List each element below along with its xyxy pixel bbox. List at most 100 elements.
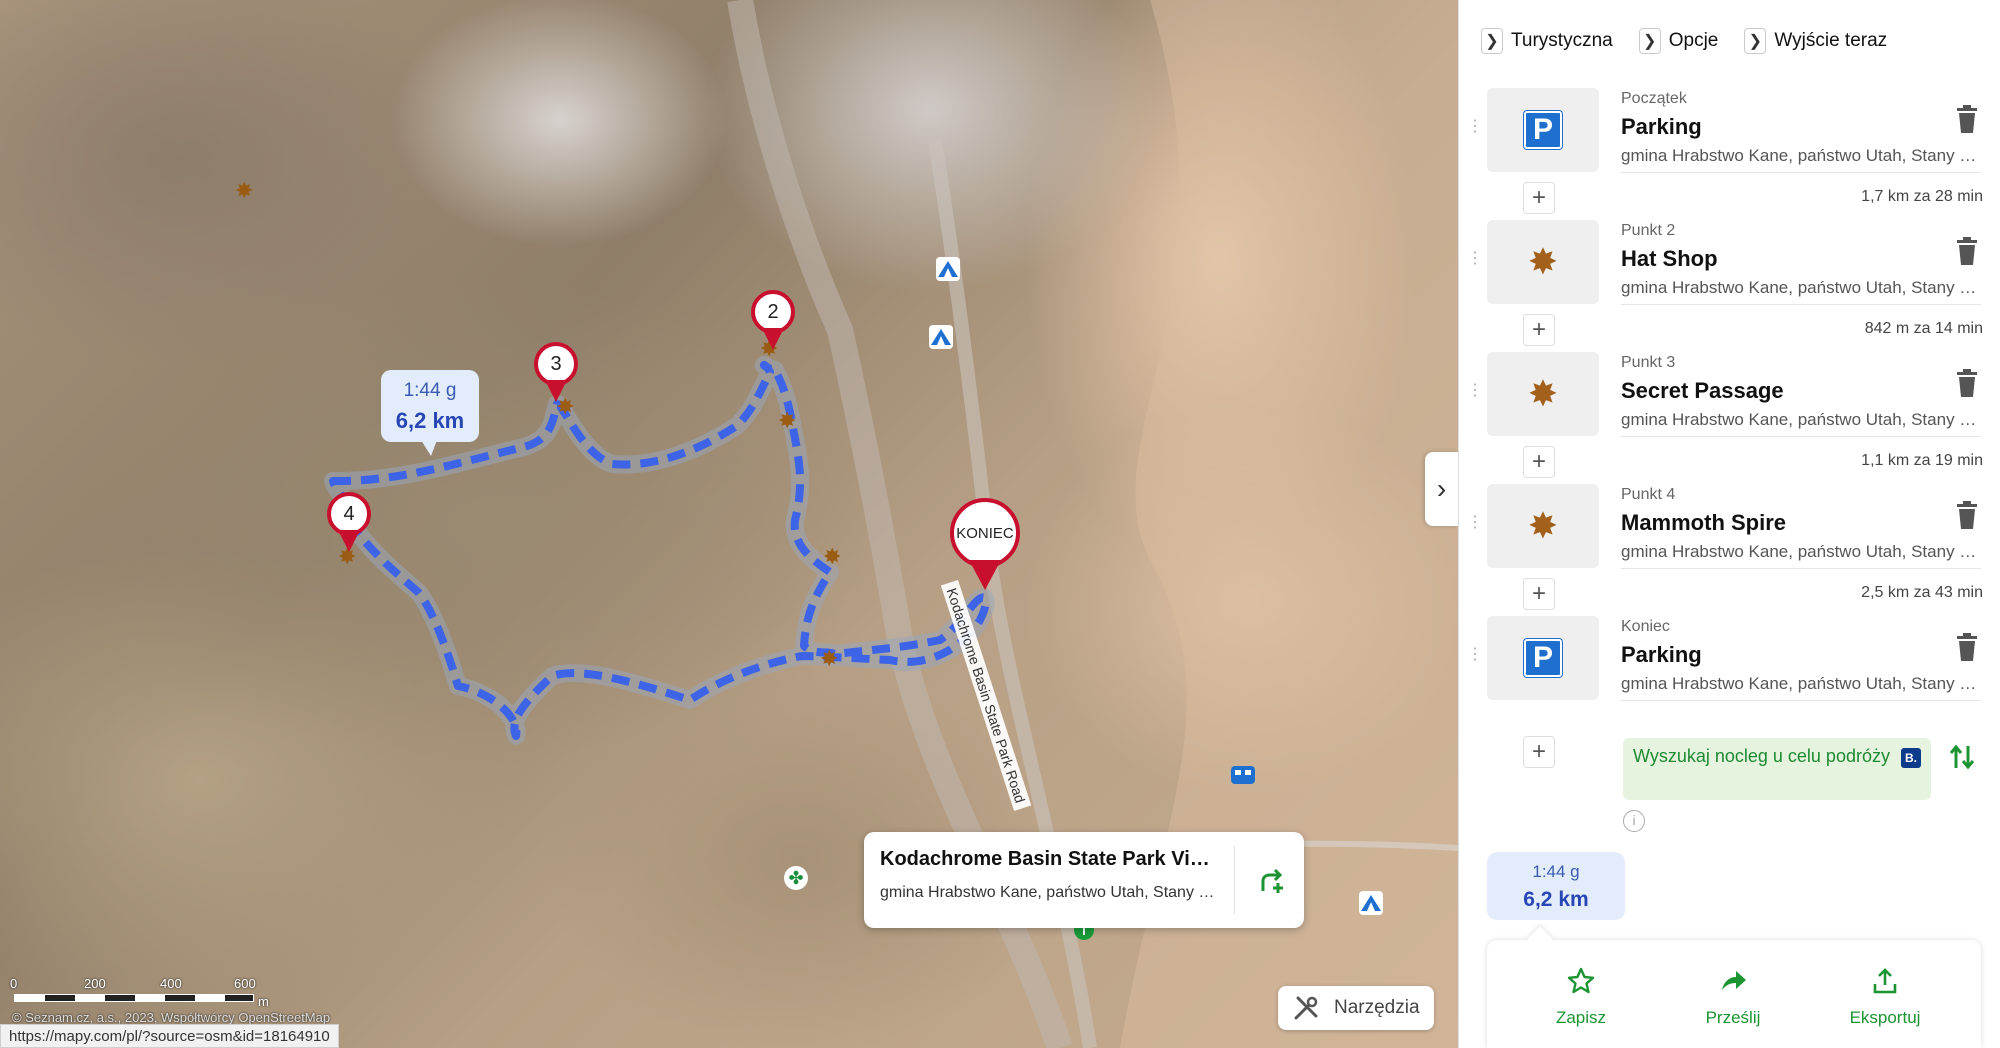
waypoint-role: Punkt 4 <box>1621 486 1676 503</box>
poi-star-icon[interactable]: ✸ <box>235 180 253 202</box>
waypoint-3[interactable]: ⋮⋮ ✸ Punkt 3 Secret Passage gmina Hrabst… <box>1459 352 2000 437</box>
marker-end[interactable]: KONIEC <box>950 498 1020 598</box>
waypoint-name[interactable]: Mammoth Spire <box>1621 510 1786 536</box>
tools-button[interactable]: Narzędzia <box>1278 986 1434 1030</box>
segment-distance: 2,5 km za 43 min <box>1861 584 1983 601</box>
summary-time: 1:44 g <box>1532 862 1580 881</box>
add-route-icon <box>1261 868 1283 893</box>
waypoint-role: Koniec <box>1621 618 1670 635</box>
option-settings[interactable]: ❯ Opcje <box>1638 28 1718 54</box>
segment-distance: 842 m za 14 min <box>1864 320 1983 337</box>
summary-distance: 6,2 km <box>1523 888 1589 911</box>
scale-unit: m <box>258 994 269 1009</box>
scale-label: 400 <box>160 976 182 991</box>
option-departure[interactable]: ❯ Wyjście teraz <box>1744 28 1887 54</box>
share-button[interactable]: Prześlij <box>1673 966 1793 1028</box>
route-segment: + 1,7 km za 28 min <box>1459 176 2000 216</box>
booking-search-button[interactable]: Wyszukaj nocleg u celu podróży B. <box>1623 738 1931 800</box>
waypoint-name[interactable]: Parking <box>1621 114 1702 140</box>
add-waypoint-button[interactable]: + <box>1523 182 1555 214</box>
route-summary: 1:44 g 6,2 km <box>1487 852 1625 920</box>
export-button[interactable]: Eksportuj <box>1825 966 1945 1028</box>
collapse-panel-button[interactable]: › <box>1425 452 1458 526</box>
segment-distance: 1,1 km za 19 min <box>1861 452 1983 469</box>
segment-distance: 1,7 km za 28 min <box>1861 188 1983 205</box>
tools-label: Narzędzia <box>1334 997 1420 1018</box>
marker-point-2[interactable]: 2 <box>751 290 795 352</box>
marker-label: KONIEC <box>950 498 1020 568</box>
reverse-route-icon[interactable] <box>1947 742 1977 772</box>
waypoint-address: gmina Hrabstwo Kane, państwo Utah, Stany… <box>1621 542 1981 569</box>
route-distance: 6,2 km <box>395 408 465 433</box>
info-icon[interactable]: i <box>1623 810 1645 832</box>
poi-star-icon: ✸ <box>1527 373 1559 414</box>
export-label: Eksportuj <box>1849 1008 1921 1027</box>
status-bar-url: https://mapy.com/pl/?source=osm&id=18164… <box>0 1024 339 1048</box>
waypoint-2[interactable]: ⋮⋮ ✸ Punkt 2 Hat Shop gmina Hrabstwo Kan… <box>1459 220 2000 305</box>
marker-point-4[interactable]: 4 <box>327 492 371 554</box>
map-canvas[interactable]: ✸ ✸ ✸ ✸ ✸ ✸ ✸ ✤ i 2 3 4 KONIEC 1:44 g 6,… <box>0 0 1458 1048</box>
share-label: Prześlij <box>1705 1008 1761 1027</box>
waypoint-4[interactable]: ⋮⋮ ✸ Punkt 4 Mammoth Spire gmina Hrabstw… <box>1459 484 2000 569</box>
add-waypoint-button[interactable]: + <box>1523 578 1555 610</box>
route-segment: + 1,1 km za 19 min <box>1459 440 2000 480</box>
place-popup[interactable]: Kodachrome Basin State Park Visitor Cent… <box>864 832 1304 928</box>
chevron-right-icon: ❯ <box>1744 28 1767 54</box>
scale-label: 200 <box>84 976 106 991</box>
poi-star-icon[interactable]: ✸ <box>823 546 841 568</box>
add-waypoint-button[interactable]: + <box>1523 736 1555 768</box>
trash-icon[interactable] <box>1953 104 1981 134</box>
trash-icon[interactable] <box>1953 632 1981 662</box>
tools-icon <box>1294 996 1318 1020</box>
waypoint-role: Punkt 3 <box>1621 354 1676 371</box>
save-label: Zapisz <box>1555 1008 1607 1027</box>
route-segment: + 842 m za 14 min <box>1459 308 2000 348</box>
waypoint-name[interactable]: Hat Shop <box>1621 246 1718 272</box>
waypoint-address: gmina Hrabstwo Kane, państwo Utah, Stany… <box>1621 410 1981 437</box>
route-time: 1:44 g <box>403 380 457 401</box>
route-summary-bubble[interactable]: 1:44 g 6,2 km <box>381 370 479 456</box>
add-waypoint-button[interactable]: + <box>1523 446 1555 478</box>
chevron-right-icon: ❯ <box>1638 28 1661 54</box>
trash-icon[interactable] <box>1953 500 1981 530</box>
route-segment: + 2,5 km za 43 min <box>1459 572 2000 612</box>
option-label: Turystyczna <box>1511 30 1613 51</box>
booking-text: Wyszukaj nocleg u celu podróży <box>1633 746 1890 766</box>
waypoint-role: Początek <box>1621 90 1687 107</box>
poi-star-icon[interactable]: ✸ <box>820 648 838 670</box>
campsite-icon[interactable] <box>928 324 954 350</box>
route-actions: Zapisz Prześlij Eksportuj <box>1487 940 1981 1048</box>
waypoint-name[interactable]: Parking <box>1621 642 1702 668</box>
bus-icon[interactable] <box>1230 762 1256 788</box>
waypoint-role: Punkt 2 <box>1621 222 1676 239</box>
poi-star-icon[interactable]: ✸ <box>778 410 796 432</box>
marker-point-3[interactable]: 3 <box>534 342 578 404</box>
clover-icon[interactable]: ✤ <box>784 866 808 890</box>
export-icon <box>1873 968 1897 994</box>
waypoint-end[interactable]: ⋮⋮ P Koniec Parking gmina Hrabstwo Kane,… <box>1459 616 2000 701</box>
waypoint-address: gmina Hrabstwo Kane, państwo Utah, Stany… <box>1621 146 1981 173</box>
campsite-icon[interactable] <box>935 256 961 282</box>
share-icon <box>1722 971 1746 990</box>
option-route-type[interactable]: ❯ Turystyczna <box>1481 28 1613 54</box>
campsite-icon[interactable] <box>1358 890 1384 916</box>
add-waypoint-button[interactable]: + <box>1523 314 1555 346</box>
poi-star-icon: ✸ <box>1527 241 1559 282</box>
save-button[interactable]: Zapisz <box>1521 966 1641 1028</box>
star-icon <box>1567 967 1595 994</box>
poi-star-icon: ✸ <box>1527 505 1559 546</box>
waypoint-start[interactable]: ⋮⋮ P Początek Parking gmina Hrabstwo Kan… <box>1459 88 2000 173</box>
route-options: ❯ Turystyczna ❯ Opcje ❯ Wyjście teraz <box>1481 28 1913 54</box>
waypoint-address: gmina Hrabstwo Kane, państwo Utah, Stany… <box>1621 278 1981 305</box>
map-attribution[interactable]: © Seznam.cz, a.s., 2023, Współtwórcy Ope… <box>12 1010 330 1025</box>
popup-title[interactable]: Kodachrome Basin State Park Visitor Cent… <box>880 848 1220 871</box>
waypoint-name[interactable]: Secret Passage <box>1621 378 1784 404</box>
trash-icon[interactable] <box>1953 368 1981 398</box>
option-label: Wyjście teraz <box>1774 30 1888 51</box>
add-to-route-button[interactable] <box>1246 854 1296 904</box>
trash-icon[interactable] <box>1953 236 1981 266</box>
parking-icon: P <box>1524 111 1562 149</box>
waypoint-address: gmina Hrabstwo Kane, państwo Utah, Stany… <box>1621 674 1981 701</box>
scale-label: 0 <box>10 976 18 991</box>
parking-icon: P <box>1524 639 1562 677</box>
